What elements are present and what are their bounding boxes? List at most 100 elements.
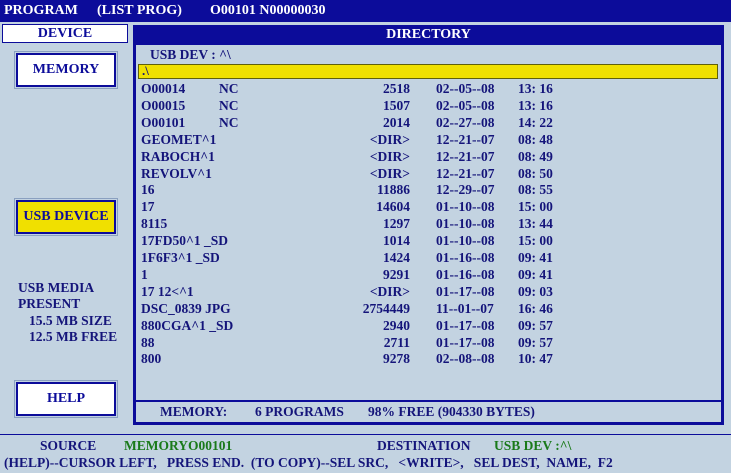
file-date: 01--10--08 xyxy=(436,216,495,232)
file-row[interactable]: 17FD50^1 _SD 1014 01--10--08 15: 00 xyxy=(136,233,721,250)
usb-present-label: PRESENT xyxy=(18,296,81,311)
file-date: 01--10--08 xyxy=(436,233,495,249)
file-date: 11--01--07 xyxy=(436,300,494,316)
file-time: 13: 16 xyxy=(518,97,553,113)
top-status-bar: PROGRAM (LIST PROG) O00101 N00000030 xyxy=(0,0,731,22)
file-size: 9291 xyxy=(383,266,410,282)
file-size: 2754449 xyxy=(362,300,410,316)
file-row[interactable]: 17 12<^1 <DIR> 01--17--08 09: 03 xyxy=(136,284,721,301)
file-row[interactable]: RABOCH^1 <DIR> 12--21--07 08: 49 xyxy=(136,149,721,166)
file-time: 08: 49 xyxy=(518,148,553,164)
file-row[interactable]: 8115 1297 01--10--08 13: 44 xyxy=(136,216,721,233)
file-date: 01--10--08 xyxy=(436,199,495,215)
device-tab[interactable]: DEVICE xyxy=(2,24,128,43)
file-size: <DIR> xyxy=(369,165,410,181)
usb-size: 15.5 MB SIZE xyxy=(29,313,112,328)
file-row[interactable]: 800 9278 02--08--08 10: 47 xyxy=(136,351,721,368)
file-time: 15: 00 xyxy=(518,199,553,215)
file-name: REVOLV^1 xyxy=(141,165,212,181)
file-time: 09: 41 xyxy=(518,250,553,265)
selected-entry[interactable]: .\ xyxy=(138,64,718,79)
file-time: 08: 50 xyxy=(518,165,553,181)
destination-label: DESTINATION xyxy=(377,438,471,453)
file-row[interactable]: 88 2711 01--17--08 09: 57 xyxy=(136,335,721,352)
screen-label: (LIST PROG) xyxy=(97,3,182,18)
file-type: NC xyxy=(219,114,239,130)
file-size: 11886 xyxy=(376,182,410,198)
help-button[interactable]: HELP xyxy=(14,380,118,418)
file-row[interactable]: 16 11886 12--29--07 08: 55 xyxy=(136,182,721,199)
file-row[interactable]: O00015 NC 1507 02--05--08 13: 16 xyxy=(136,98,721,115)
file-row[interactable]: O00101 NC 2014 02--27--08 14: 22 xyxy=(136,115,721,132)
file-size: <DIR> xyxy=(369,283,410,299)
file-type: NC xyxy=(219,97,239,113)
file-name: O00014 xyxy=(141,81,186,96)
file-name: 800 xyxy=(141,351,162,367)
file-size: 1507 xyxy=(383,97,410,113)
file-name: 88 xyxy=(141,334,155,350)
memory-label: MEMORY: xyxy=(160,404,228,419)
file-size: 2711 xyxy=(383,334,410,350)
file-size: 2518 xyxy=(383,81,410,96)
file-date: 01--17--08 xyxy=(436,317,495,333)
file-date: 02--27--08 xyxy=(436,114,495,130)
file-size: 9278 xyxy=(383,351,410,367)
directory-panel: DIRECTORY USB DEV : ^\ .\ O00014 NC 2518 02… xyxy=(133,25,724,425)
memory-status-line: MEMORY: 6 PROGRAMS 98% FREE (904330 BYTE… xyxy=(136,402,721,422)
file-date: 01--16--08 xyxy=(436,250,495,265)
file-name: 1F6F3^1 _SD xyxy=(141,250,220,265)
file-row[interactable]: 880CGA^1 _SD 2940 01--17--08 09: 57 xyxy=(136,318,721,335)
file-size: <DIR> xyxy=(369,131,410,147)
source-value: MEMORYO00101 xyxy=(124,438,233,453)
program-ids: O00101 N00000030 xyxy=(210,3,326,18)
file-size: 14604 xyxy=(376,199,410,215)
sidebar: DEVICE MEMORY USB DEVICE USB MEDIA PRESE… xyxy=(0,22,131,425)
memory-free: 98% FREE (904330 BYTES) xyxy=(368,404,535,419)
memory-button[interactable]: MEMORY xyxy=(14,51,118,89)
usb-free: 12.5 MB FREE xyxy=(29,329,118,344)
file-time: 09: 03 xyxy=(518,283,553,299)
directory-list[interactable]: USB DEV : ^\ .\ O00014 NC 2518 02--05--08 13… xyxy=(136,45,721,400)
file-name: 1 xyxy=(141,266,148,282)
file-row[interactable]: GEOMET^1 <DIR> 12--21--07 08: 48 xyxy=(136,132,721,149)
usb-device-button[interactable]: USB DEVICE xyxy=(14,198,118,236)
file-name: 16 xyxy=(141,182,155,198)
file-row[interactable]: DSC_0839 JPG 2754449 11--01--07 16: 46 xyxy=(136,301,721,318)
destination-value: USB DEV :^\ xyxy=(494,438,572,453)
file-date: 02--05--08 xyxy=(436,97,495,113)
source-label: SOURCE xyxy=(40,438,97,453)
directory-path: USB DEV : ^\ xyxy=(150,47,231,62)
file-row[interactable]: 17 14604 01--10--08 15: 00 xyxy=(136,199,721,216)
file-row[interactable]: REVOLV^1 <DIR> 12--21--07 08: 50 xyxy=(136,166,721,183)
file-type: NC xyxy=(219,81,239,96)
file-date: 12--21--07 xyxy=(436,131,495,147)
file-name: 8115 xyxy=(141,216,168,232)
file-size: 1424 xyxy=(383,250,410,265)
file-time: 09: 57 xyxy=(518,334,553,350)
help-text: (HELP)--CURSOR LEFT, PRESS END. (TO COPY… xyxy=(4,455,613,470)
file-time: 08: 48 xyxy=(518,131,553,147)
file-time: 09: 57 xyxy=(518,317,553,333)
mode-label: PROGRAM xyxy=(4,3,78,18)
file-row[interactable]: O00014 NC 2518 02--05--08 13: 16 xyxy=(136,81,721,98)
file-time: 14: 22 xyxy=(518,114,553,130)
file-date: 02--05--08 xyxy=(436,81,495,96)
file-size: 1297 xyxy=(383,216,410,232)
file-time: 08: 55 xyxy=(518,182,553,198)
memory-programs: 6 PROGRAMS xyxy=(255,404,344,419)
usb-media-label: USB MEDIA xyxy=(18,280,95,295)
file-date: 12--29--07 xyxy=(436,182,495,198)
file-time: 10: 47 xyxy=(518,351,553,367)
directory-title: DIRECTORY xyxy=(386,27,471,42)
footer-bar: SOURCE MEMORYO00101 DESTINATION USB DEV … xyxy=(0,434,731,473)
file-name: DSC_0839 JPG xyxy=(141,300,231,316)
file-date: 01--17--08 xyxy=(436,283,495,299)
file-time: 13: 16 xyxy=(518,81,553,96)
file-time: 09: 41 xyxy=(518,266,553,282)
file-time: 13: 44 xyxy=(518,216,553,232)
file-date: 01--16--08 xyxy=(436,266,495,282)
file-row[interactable]: 1 9291 01--16--08 09: 41 xyxy=(136,267,721,284)
file-row[interactable]: 1F6F3^1 _SD 1424 01--16--08 09: 41 xyxy=(136,250,721,267)
file-name: 17 12<^1 xyxy=(141,283,194,299)
file-size: 1014 xyxy=(383,233,410,249)
